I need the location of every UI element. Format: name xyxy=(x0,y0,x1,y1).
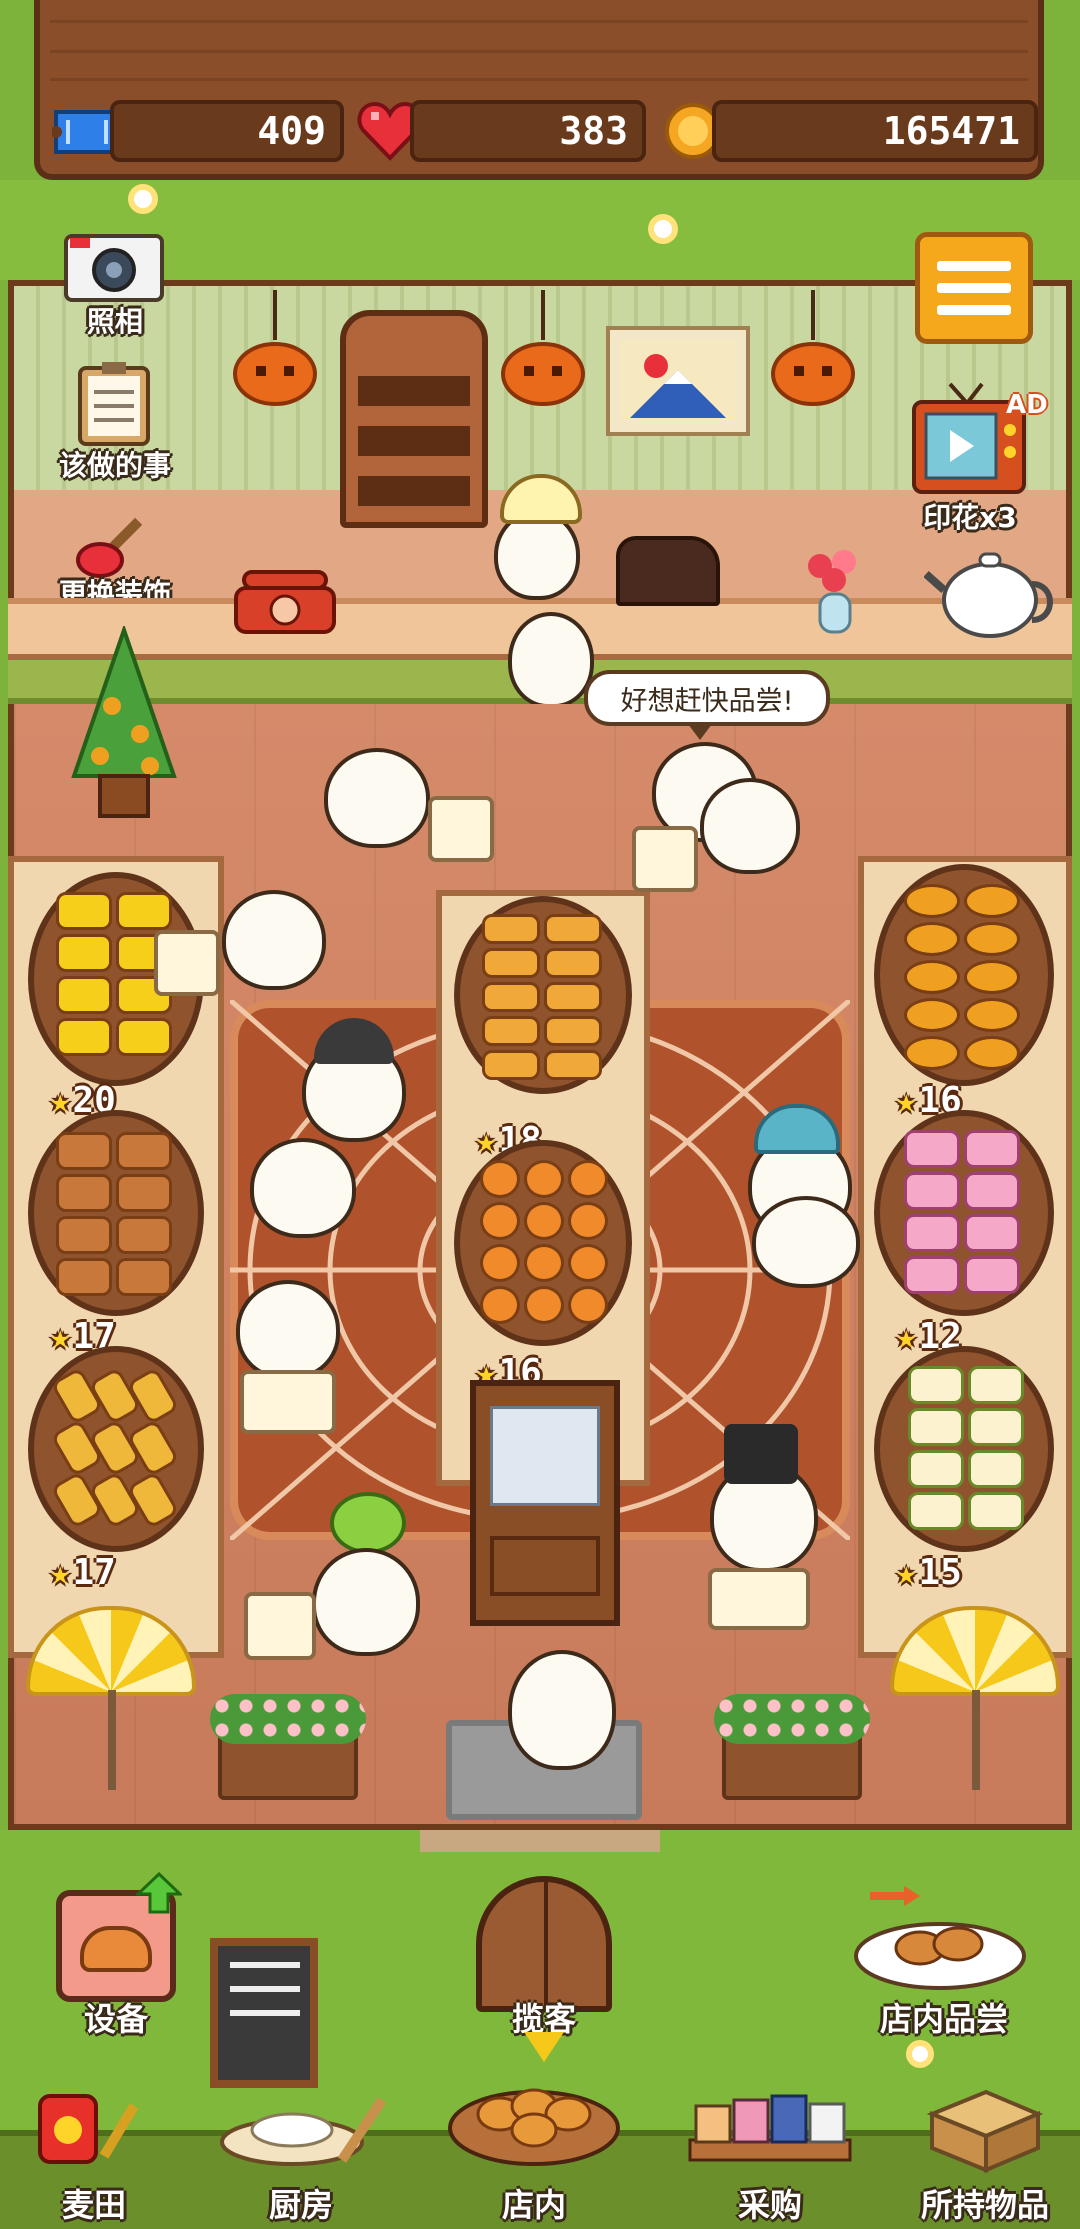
wood-grain xyxy=(50,50,1028,53)
tasting-plate-icon[interactable] xyxy=(850,1884,1030,1994)
telephone-icon xyxy=(234,570,336,634)
bread-basket[interactable] xyxy=(874,1346,1054,1552)
menu-chalkboard xyxy=(210,1938,318,2088)
menu-line xyxy=(937,305,1011,315)
cutlery-tray xyxy=(490,1406,600,1506)
shelf-stock-label: ★ 15 xyxy=(896,1552,962,1593)
planter-flowers xyxy=(714,1694,870,1744)
customer-character xyxy=(250,1138,356,1238)
door-split xyxy=(544,1882,548,2006)
customer-character xyxy=(508,1650,616,1770)
ad-badge: AD xyxy=(1006,390,1048,420)
stamp-label[interactable]: 印花x3 xyxy=(900,496,1040,536)
bread-tray xyxy=(428,796,494,862)
customer-character xyxy=(324,748,430,848)
cutlery-cabinet xyxy=(470,1380,620,1626)
hamburger-menu-icon[interactable] xyxy=(915,232,1033,344)
heart-count: 383 xyxy=(410,100,646,162)
bread-tray xyxy=(154,930,220,996)
camera-label[interactable]: 照相 xyxy=(40,300,190,340)
chalk-line xyxy=(230,1986,300,1992)
cabinet-drawer xyxy=(490,1536,600,1596)
bread-basket[interactable] xyxy=(874,1110,1054,1316)
nav-purchase[interactable]: 采购 xyxy=(710,2180,830,2226)
flower-decoration xyxy=(648,214,678,244)
todo-label[interactable]: 该做的事 xyxy=(30,444,200,484)
top-hat xyxy=(724,1424,798,1484)
green-up-arrow-icon xyxy=(136,1872,182,1914)
tasting-label[interactable]: 店内品尝 xyxy=(854,1994,1034,2040)
chalk-line xyxy=(230,2010,300,2016)
bread-basket[interactable] xyxy=(874,864,1054,1086)
store-icon[interactable] xyxy=(446,2064,622,2168)
shops-icon[interactable] xyxy=(682,2090,858,2170)
equipment-label[interactable]: 设备 xyxy=(46,1994,186,2040)
bread-cabinet xyxy=(340,310,488,528)
coin-count: 165471 xyxy=(712,100,1038,162)
pumpkin-lamp xyxy=(771,290,855,406)
kitchen-icon[interactable] xyxy=(212,2090,388,2170)
bread-tray xyxy=(708,1568,810,1630)
speech-bubble: 好想赶快品尝! xyxy=(584,670,830,740)
invite-door-button[interactable] xyxy=(476,1876,612,2012)
flower-vase xyxy=(808,550,856,634)
umbrella-pole xyxy=(108,1690,116,1790)
mount-fuji-painting xyxy=(606,326,750,436)
teapot-icon xyxy=(924,552,1053,638)
pumpkin-lamp xyxy=(233,290,317,406)
customer-character xyxy=(700,778,800,874)
menu-line xyxy=(937,261,1011,271)
wood-grain xyxy=(50,78,1028,81)
ticket-count: 409 xyxy=(110,100,344,162)
box-icon[interactable] xyxy=(922,2084,1048,2174)
planter-flowers xyxy=(210,1694,366,1744)
customer-character xyxy=(752,1196,860,1288)
bread-tray xyxy=(244,1592,316,1660)
menu-line xyxy=(937,283,1011,293)
bread-basket[interactable] xyxy=(28,1110,204,1316)
wood-grain xyxy=(50,20,1028,23)
bread-icon xyxy=(80,1926,152,1972)
clipboard-icon[interactable] xyxy=(76,360,152,448)
nav-field[interactable]: 麦田 xyxy=(34,2180,154,2226)
parakeet-pet xyxy=(330,1492,406,1554)
nav-items[interactable]: 所持物品 xyxy=(900,2180,1070,2226)
bread-basket[interactable] xyxy=(28,1346,204,1552)
pumpkin-lamp xyxy=(501,290,585,406)
bread-basket[interactable] xyxy=(454,896,632,1094)
customer-character xyxy=(236,1280,340,1380)
cabinet-shelf xyxy=(358,476,470,506)
cabinet-shelf xyxy=(358,376,470,406)
shelf-stock-label: ★ 17 xyxy=(50,1552,116,1593)
bread-basket[interactable] xyxy=(454,1140,632,1346)
customer-character xyxy=(508,612,594,708)
potted-tree xyxy=(71,626,177,818)
wheat-bag-icon[interactable] xyxy=(34,2086,144,2166)
camera-icon[interactable] xyxy=(62,226,166,304)
nav-kitchen[interactable]: 厨房 xyxy=(246,2180,356,2226)
bread-tray xyxy=(632,826,698,892)
chalk-line xyxy=(230,1962,300,1968)
customer-character xyxy=(222,890,326,990)
flower-decoration xyxy=(128,184,158,214)
bread-loaf xyxy=(616,536,720,606)
umbrella-pole xyxy=(972,1690,980,1790)
flower-decoration xyxy=(906,2040,934,2068)
cabinet-shelf xyxy=(358,426,470,456)
nav-store[interactable]: 店内 xyxy=(474,2180,594,2226)
customer-character xyxy=(312,1548,420,1656)
bread-tray xyxy=(240,1370,336,1434)
door-path xyxy=(420,1830,660,1852)
